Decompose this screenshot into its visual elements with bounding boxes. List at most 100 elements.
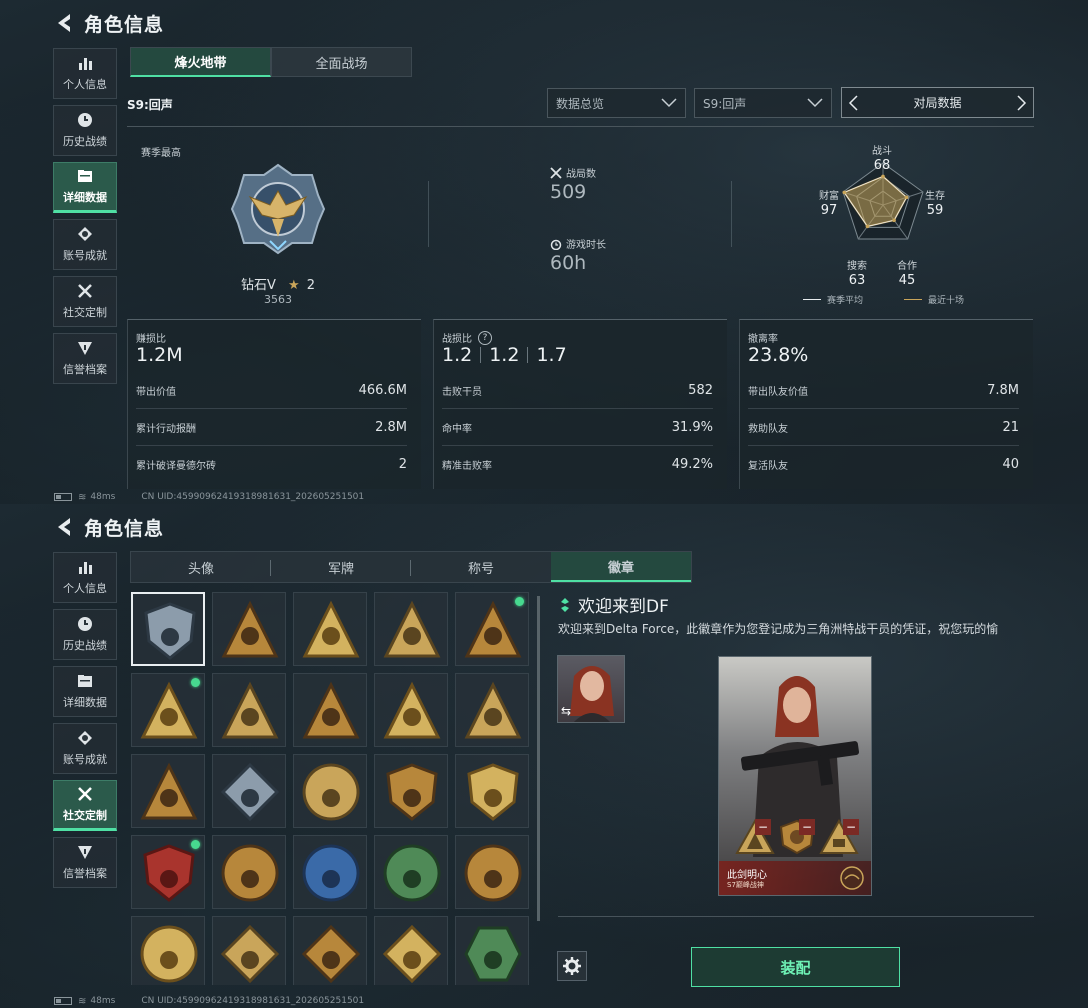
- badge-cell[interactable]: [212, 835, 286, 909]
- nav-item-history[interactable]: 历史战绩: [53, 609, 117, 660]
- nav-label: 社交定制: [63, 809, 107, 822]
- tab-label: 徽章: [607, 560, 634, 576]
- status-bar: ≋ 48ms CN UID:45990962419318981631_20260…: [54, 995, 364, 1007]
- radar-point: [881, 174, 885, 179]
- badge-cell[interactable]: [212, 673, 286, 747]
- badge-cell[interactable]: [455, 835, 529, 909]
- nav-item-achievements[interactable]: 账号成就: [53, 723, 117, 774]
- nav-item-achievements[interactable]: 账号成就: [53, 219, 117, 270]
- chevron-left-icon[interactable]: [848, 94, 858, 111]
- scrollbar[interactable]: [537, 596, 540, 921]
- kd-card: 战损比 ? 1.2 1.2 1.7 击败干员 582 命中率 31.9% 精准击败率…: [433, 319, 727, 489]
- nav-item-social-custom[interactable]: 社交定制: [53, 276, 117, 327]
- badge-description: 欢迎来到Delta Force，此徽章作为您登记成为三角洲特战干员的凭证，祝您玩…: [558, 622, 999, 636]
- badge-cell[interactable]: [131, 592, 205, 666]
- badge-cell[interactable]: [131, 835, 205, 909]
- stat-value: 31.9%: [671, 419, 713, 435]
- badge-detail-title: 欢迎来到DF: [560, 592, 669, 617]
- tab-title[interactable]: 称号: [411, 552, 551, 582]
- badge-cell[interactable]: [455, 916, 529, 985]
- ping-value: 48ms: [90, 996, 116, 1006]
- nav-label: 历史战绩: [63, 639, 107, 652]
- tab-avatar[interactable]: 头像: [131, 552, 271, 582]
- radar-point: [865, 224, 870, 229]
- badge-cell[interactable]: [212, 916, 286, 985]
- badge-cell[interactable]: [131, 673, 205, 747]
- radar-value: 97: [820, 203, 838, 218]
- badge-cell[interactable]: [293, 916, 367, 985]
- badge-cell[interactable]: [293, 754, 367, 828]
- round-bronze-badge-icon: [464, 844, 522, 902]
- kd-value: 1.7: [536, 344, 567, 366]
- badge-cell[interactable]: [374, 916, 448, 985]
- squad-badge-icon: [140, 762, 198, 820]
- settings-button[interactable]: [557, 951, 587, 981]
- round-gold-badge-icon: [221, 844, 279, 902]
- nav-item-detailed-data[interactable]: 详细数据: [53, 162, 117, 213]
- profit-loss-card: 赚损比 1.2M 带出价值 466.6M 累计行动报酬 2.8M 累计破译曼德尔砖 2: [127, 319, 421, 489]
- tab-warzone-extraction[interactable]: 烽火地带: [130, 47, 271, 77]
- legend-season-avg: 赛季平均: [803, 293, 863, 306]
- season-dropdown[interactable]: S9:回声: [694, 88, 832, 118]
- badge-cell[interactable]: [374, 835, 448, 909]
- badge-cell[interactable]: [131, 916, 205, 985]
- extraction-card: 撤离率 23.8% 带出队友价值 7.8M 救助队友 21 复活队友 40: [739, 319, 1033, 489]
- badge-cell[interactable]: [293, 673, 367, 747]
- chevron-right-icon[interactable]: [1017, 94, 1027, 111]
- swap-icon[interactable]: ⇆: [561, 704, 571, 718]
- remove-badge-3-button[interactable]: −: [843, 819, 859, 835]
- stat-value: 466.6M: [358, 382, 407, 398]
- back-arrow-icon[interactable]: [54, 516, 74, 538]
- radar-label: 战斗: [872, 146, 892, 157]
- badge-cell[interactable]: [455, 754, 529, 828]
- nav-label: 信誉档案: [63, 363, 107, 376]
- remove-badge-1-button[interactable]: −: [755, 819, 771, 835]
- battles-label-text: 战局数: [566, 169, 596, 180]
- nav-item-detailed-data[interactable]: 详细数据: [53, 666, 117, 717]
- stopwatch-icon: [550, 239, 562, 250]
- stat-row: 击败干员 582: [442, 380, 713, 400]
- badge-cell[interactable]: [455, 592, 529, 666]
- eri-badge-icon: [221, 681, 279, 739]
- tab-dogtag[interactable]: 军牌: [271, 552, 411, 582]
- rose-badge-icon: [220, 762, 280, 822]
- overview-dropdown[interactable]: 数据总览: [547, 88, 686, 118]
- badge-cell[interactable]: [212, 592, 286, 666]
- stat-row: 累计破译曼德尔砖 2: [136, 454, 407, 474]
- nav-item-credit[interactable]: 信誉档案: [53, 837, 117, 888]
- nav-item-personal-info[interactable]: 个人信息: [53, 552, 117, 603]
- remove-badge-2-button[interactable]: −: [799, 819, 815, 835]
- tab-badge[interactable]: 徽章: [551, 552, 691, 582]
- rank-tier: 钻石V: [240, 278, 276, 293]
- equip-button[interactable]: 装配: [691, 947, 900, 987]
- help-icon[interactable]: ?: [478, 330, 492, 345]
- badge-cell[interactable]: [212, 754, 286, 828]
- nav-item-social-custom[interactable]: 社交定制: [53, 780, 117, 831]
- card-title: 战损比 ?: [442, 330, 492, 345]
- badge-cell[interactable]: [374, 754, 448, 828]
- nav-label: 历史战绩: [63, 135, 107, 148]
- stat-label: 带出价值: [136, 386, 176, 398]
- new-indicator-dot: [191, 678, 200, 687]
- tab-label: 头像: [187, 561, 214, 577]
- winged-shield-badge-icon: [467, 763, 519, 821]
- stat-row: 累计行动报酬 2.8M: [136, 417, 407, 437]
- badge-cell[interactable]: [374, 592, 448, 666]
- back-arrow-icon[interactable]: [54, 12, 74, 34]
- card-title: 撤离率: [748, 334, 778, 345]
- nav-item-personal-info[interactable]: 个人信息: [53, 48, 117, 99]
- avatar[interactable]: ⇆: [557, 655, 625, 723]
- nav-item-history[interactable]: 历史战绩: [53, 105, 117, 156]
- divider: [748, 445, 1019, 446]
- divider: [442, 445, 713, 446]
- season-dropdown-value: S9:回声: [703, 96, 747, 111]
- badge-cell[interactable]: [455, 673, 529, 747]
- badge-cell[interactable]: [293, 835, 367, 909]
- badge-cell[interactable]: [293, 592, 367, 666]
- delta-shield-badge-icon: [144, 602, 196, 660]
- badge-cell[interactable]: [131, 754, 205, 828]
- operator-subtitle: S7巅峰战神: [727, 881, 764, 889]
- tab-full-battlefield[interactable]: 全面战场: [271, 47, 412, 77]
- nav-item-credit[interactable]: 信誉档案: [53, 333, 117, 384]
- badge-cell[interactable]: [374, 673, 448, 747]
